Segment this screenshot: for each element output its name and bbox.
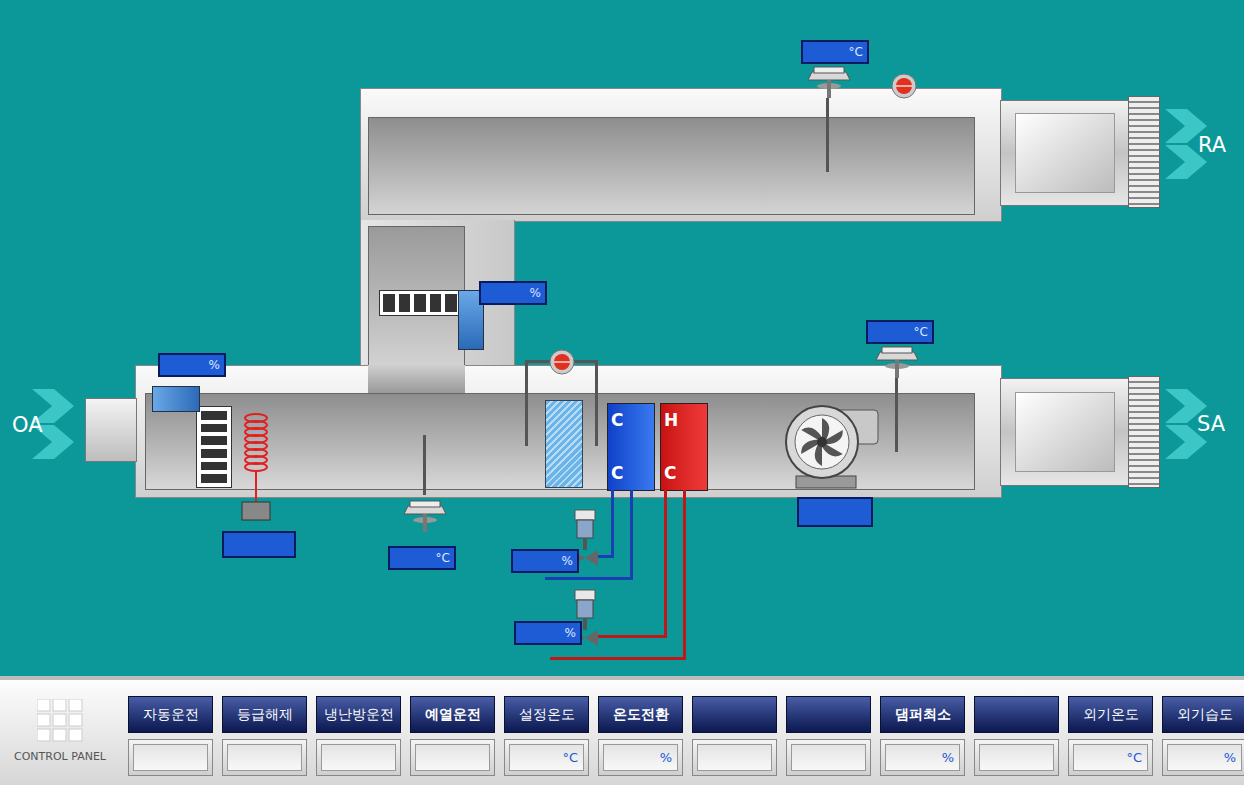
return-duct-flare <box>1000 100 1130 206</box>
heating-pipe <box>683 490 686 660</box>
control-panel-title: CONTROL PANEL <box>0 680 128 785</box>
value-display: °C <box>388 546 456 570</box>
control-column: 설정온도 °C <box>504 696 589 785</box>
status-lamp-icon <box>548 348 576 376</box>
temperature-sensor-icon <box>806 64 852 98</box>
control-button[interactable]: 댐퍼최소 <box>880 696 965 733</box>
control-panel: CONTROL PANEL자동운전등급해제냉난방운전예열운전설정온도°C온도전환… <box>0 676 1244 785</box>
cooling-pipe <box>596 555 614 558</box>
cooling-pipe <box>545 577 633 580</box>
control-button[interactable]: 외기습도 <box>1162 696 1244 733</box>
value-display: °C <box>866 320 934 344</box>
control-value <box>410 739 495 776</box>
supply-duct-flare <box>1000 378 1130 486</box>
filter <box>545 400 583 488</box>
value-display: % <box>479 281 547 305</box>
temperature-sensor-icon <box>874 344 920 378</box>
control-buttons: 자동운전등급해제냉난방운전예열운전설정온도°C온도전환%댐퍼최소%외기온도°C외… <box>128 680 1244 785</box>
outdoor-damper <box>196 406 232 488</box>
control-button[interactable]: 자동운전 <box>128 696 213 733</box>
value-display: % <box>511 549 579 573</box>
mixing-duct-opening <box>368 365 465 393</box>
control-button[interactable]: 설정온도 <box>504 696 589 733</box>
status-lamp-icon <box>890 72 918 100</box>
control-button[interactable] <box>786 696 871 733</box>
coil-letter: C <box>664 465 704 482</box>
control-column: 외기온도 °C <box>1068 696 1153 785</box>
control-button[interactable]: 등급해제 <box>222 696 307 733</box>
control-column: 자동운전 <box>128 696 213 785</box>
supply-sensor-probe <box>895 378 898 452</box>
heating-pipe <box>550 657 686 660</box>
control-value: °C <box>1068 739 1153 776</box>
preheater-coil-icon <box>240 412 272 524</box>
return-duct-chamber <box>368 117 975 215</box>
temperature-sensor-icon <box>402 498 448 532</box>
control-value <box>786 739 871 776</box>
supply-air-label: SA <box>1197 409 1225 441</box>
mixed-sensor-probe <box>423 435 426 495</box>
coil-letter: C <box>611 465 651 482</box>
control-value <box>974 739 1059 776</box>
control-column: 온도전환% <box>598 696 683 785</box>
control-column: 댐퍼최소% <box>880 696 965 785</box>
control-value: % <box>880 739 965 776</box>
control-button[interactable]: 온도전환 <box>598 696 683 733</box>
control-value <box>128 739 213 776</box>
control-value: % <box>598 739 683 776</box>
control-value: °C <box>504 739 589 776</box>
return-air-label: RA <box>1198 130 1226 162</box>
control-value <box>316 739 401 776</box>
return-damper <box>379 290 461 316</box>
preheater-display <box>222 531 296 558</box>
heating-pipe <box>664 490 667 637</box>
control-value: % <box>1162 739 1244 776</box>
fan-display <box>797 497 873 527</box>
return-grille <box>1128 96 1160 208</box>
heating-coil: HC <box>660 403 708 491</box>
supply-fan-icon <box>782 400 882 492</box>
control-button[interactable]: 예열운전 <box>410 696 495 733</box>
return-sensor-probe <box>826 98 829 172</box>
control-value <box>222 739 307 776</box>
control-column: 외기습도% <box>1162 696 1244 785</box>
control-column: 등급해제 <box>222 696 307 785</box>
control-column <box>692 696 777 785</box>
value-display: % <box>158 353 226 377</box>
coil-letter: C <box>611 412 651 429</box>
coil-letter: H <box>664 412 704 429</box>
outdoor-air-label: OA <box>12 410 43 442</box>
control-button[interactable] <box>974 696 1059 733</box>
control-column <box>786 696 871 785</box>
ahu-screen: OARASA°C%%°CCCHC%%°CCONTROL PANEL자동운전등급해… <box>0 0 1244 785</box>
control-value <box>692 739 777 776</box>
control-button[interactable] <box>692 696 777 733</box>
control-column: 예열운전 <box>410 696 495 785</box>
control-button[interactable]: 냉난방운전 <box>316 696 401 733</box>
cooling-coil: CC <box>607 403 655 491</box>
supply-grille <box>1128 376 1160 488</box>
diagram-canvas: OARASA°C%%°CCCHC%%°C <box>0 0 1244 676</box>
value-display: °C <box>801 40 869 64</box>
outdoor-inlet <box>85 398 137 462</box>
control-column <box>974 696 1059 785</box>
outdoor-damper-actuator <box>152 386 200 412</box>
cooling-pipe <box>630 490 633 580</box>
value-display: % <box>514 621 582 645</box>
control-column: 냉난방운전 <box>316 696 401 785</box>
control-button[interactable]: 외기온도 <box>1068 696 1153 733</box>
grid-icon <box>37 699 83 743</box>
heating-pipe <box>596 635 667 638</box>
cooling-pipe <box>611 490 614 557</box>
